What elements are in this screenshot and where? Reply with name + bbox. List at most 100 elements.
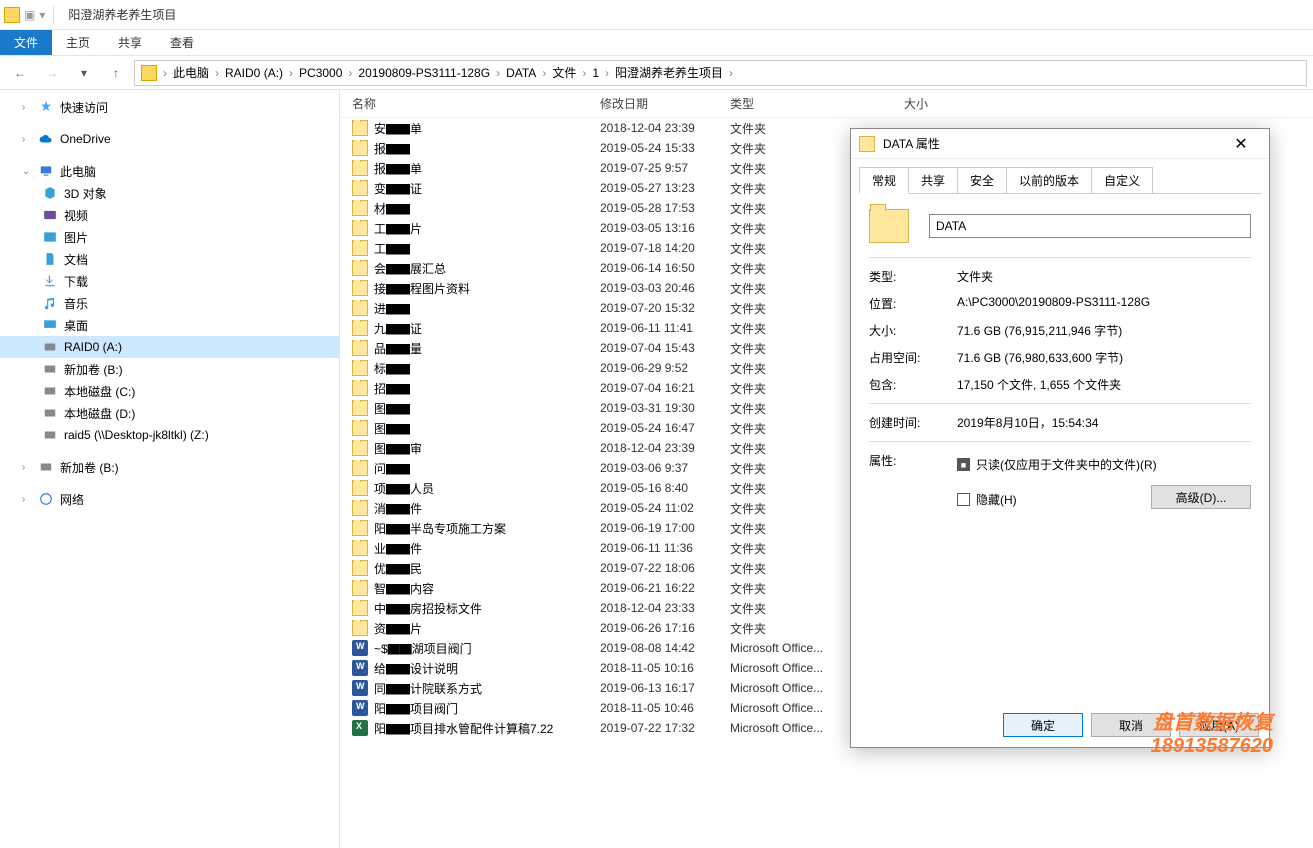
name-field[interactable]: DATA: [929, 214, 1251, 238]
file-name: 给▇▇设计说明: [374, 660, 458, 677]
file-type: 文件夹: [730, 160, 850, 177]
tab-general[interactable]: 常规: [859, 167, 909, 194]
folder-icon: [352, 560, 368, 576]
qat-button[interactable]: ▾: [39, 8, 45, 22]
chevron-right-icon[interactable]: ›: [287, 66, 295, 80]
back-button[interactable]: ←: [6, 60, 34, 86]
nav-quick-access[interactable]: ›快速访问: [0, 96, 339, 118]
file-type: 文件夹: [730, 600, 850, 617]
folder-icon: [352, 240, 368, 256]
nav-this-pc[interactable]: ⌄此电脑: [0, 160, 339, 182]
nav-documents[interactable]: 文档: [0, 248, 339, 270]
breadcrumb-item[interactable]: RAID0 (A:): [221, 66, 287, 80]
nav-bar: ← → ▾ ↑ › 此电脑›RAID0 (A:)›PC3000›20190809…: [0, 56, 1313, 90]
file-date: 2019-07-18 14:20: [600, 241, 730, 255]
hidden-checkbox[interactable]: 隐藏(H): [957, 491, 1017, 508]
nav-newvol-b-2[interactable]: ›新加卷 (B:): [0, 456, 339, 478]
dialog-body: DATA 类型:文件夹 位置:A:\PC3000\20190809-PS3111…: [851, 195, 1269, 533]
up-button[interactable]: ↑: [102, 60, 130, 86]
file-date: 2019-06-11 11:36: [600, 541, 730, 555]
nav-local-c[interactable]: 本地磁盘 (C:): [0, 380, 339, 402]
chevron-right-icon[interactable]: ›: [213, 66, 221, 80]
file-type: 文件夹: [730, 200, 850, 217]
col-name[interactable]: 名称: [340, 95, 600, 112]
chevron-right-icon[interactable]: ›: [727, 66, 735, 80]
ondisk-value: 71.6 GB (76,980,633,600 字节): [957, 349, 1251, 366]
file-date: 2019-06-14 16:50: [600, 261, 730, 275]
nav-network[interactable]: ›网络: [0, 488, 339, 510]
apply-button[interactable]: 应用(A): [1179, 713, 1259, 737]
tab-security[interactable]: 安全: [957, 167, 1007, 194]
folder-icon: [352, 260, 368, 276]
file-type: 文件夹: [730, 140, 850, 157]
cancel-button[interactable]: 取消: [1091, 713, 1171, 737]
xlsx-icon: [352, 720, 368, 736]
window-titlebar: ▣ ▾ 阳澄湖养老养生项目: [0, 0, 1313, 30]
breadcrumb-item[interactable]: 20190809-PS3111-128G: [354, 66, 494, 80]
tab-home[interactable]: 主页: [52, 30, 104, 55]
col-size[interactable]: 大小: [850, 95, 940, 112]
qat-button[interactable]: ▣: [24, 8, 35, 22]
tab-custom[interactable]: 自定义: [1091, 167, 1153, 194]
file-type: 文件夹: [730, 440, 850, 457]
nav-desktop[interactable]: 桌面: [0, 314, 339, 336]
breadcrumb-item[interactable]: 文件: [548, 66, 580, 80]
nav-pictures[interactable]: 图片: [0, 226, 339, 248]
advanced-button[interactable]: 高级(D)...: [1151, 485, 1251, 509]
nav-music[interactable]: 音乐: [0, 292, 339, 314]
type-label: 类型:: [869, 268, 957, 285]
chevron-right-icon[interactable]: ›: [494, 66, 502, 80]
tab-share[interactable]: 共享: [104, 30, 156, 55]
nav-newvol-b[interactable]: 新加卷 (B:): [0, 358, 339, 380]
nav-onedrive[interactable]: ›OneDrive: [0, 128, 339, 150]
address-bar[interactable]: › 此电脑›RAID0 (A:)›PC3000›20190809-PS3111-…: [134, 60, 1307, 86]
file-date: 2019-07-25 9:57: [600, 161, 730, 175]
breadcrumb-item[interactable]: DATA: [502, 66, 540, 80]
file-date: 2019-05-16 8:40: [600, 481, 730, 495]
file-name: 图▇▇: [374, 420, 410, 437]
chevron-right-icon[interactable]: ›: [603, 66, 611, 80]
file-name: 变▇▇证: [374, 180, 422, 197]
col-date[interactable]: 修改日期: [600, 95, 730, 112]
file-type: 文件夹: [730, 220, 850, 237]
tab-previous[interactable]: 以前的版本: [1006, 167, 1092, 194]
folder-icon: [352, 180, 368, 196]
nav-local-d[interactable]: 本地磁盘 (D:): [0, 402, 339, 424]
file-name: 报▇▇: [374, 140, 410, 157]
ok-button[interactable]: 确定: [1003, 713, 1083, 737]
file-type: 文件夹: [730, 620, 850, 637]
breadcrumb-item[interactable]: PC3000: [295, 66, 346, 80]
navigation-pane[interactable]: ›快速访问 ›OneDrive ⌄此电脑 3D 对象 视频 图片 文档 下载 音…: [0, 90, 340, 848]
file-date: 2019-07-04 16:21: [600, 381, 730, 395]
breadcrumb-item[interactable]: 阳澄湖养老养生项目: [611, 66, 727, 80]
chevron-right-icon[interactable]: ›: [161, 66, 169, 80]
breadcrumb-item[interactable]: 此电脑: [169, 66, 213, 80]
readonly-checkbox[interactable]: ■只读(仅应用于文件夹中的文件)(R): [957, 456, 1157, 473]
file-name: 品▇▇量: [374, 340, 422, 357]
file-name: 智▇▇内容: [374, 580, 434, 597]
nav-raid0[interactable]: RAID0 (A:): [0, 336, 339, 358]
nav-label: 图片: [64, 229, 88, 246]
file-date: 2019-06-13 16:17: [600, 681, 730, 695]
dialog-titlebar[interactable]: DATA 属性 ✕: [851, 129, 1269, 159]
close-button[interactable]: ✕: [1221, 130, 1261, 158]
file-date: 2019-07-04 15:43: [600, 341, 730, 355]
file-date: 2018-12-04 23:39: [600, 441, 730, 455]
col-type[interactable]: 类型: [730, 95, 850, 112]
recent-locations[interactable]: ▾: [70, 60, 98, 86]
folder-icon: [352, 300, 368, 316]
nav-3d-objects[interactable]: 3D 对象: [0, 182, 339, 204]
breadcrumb-item[interactable]: 1: [588, 66, 603, 80]
tab-share[interactable]: 共享: [908, 167, 958, 194]
tab-view[interactable]: 查看: [156, 30, 208, 55]
nav-raid5[interactable]: raid5 (\\Desktop-jk8ltkl) (Z:): [0, 424, 339, 446]
nav-videos[interactable]: 视频: [0, 204, 339, 226]
nav-label: OneDrive: [60, 132, 111, 146]
file-date: 2019-03-05 13:16: [600, 221, 730, 235]
folder-icon: [352, 320, 368, 336]
nav-downloads[interactable]: 下载: [0, 270, 339, 292]
column-headers: 名称 修改日期 类型 大小: [340, 90, 1313, 118]
nav-label: 桌面: [64, 317, 88, 334]
forward-button[interactable]: →: [38, 60, 66, 86]
tab-file[interactable]: 文件: [0, 30, 52, 55]
